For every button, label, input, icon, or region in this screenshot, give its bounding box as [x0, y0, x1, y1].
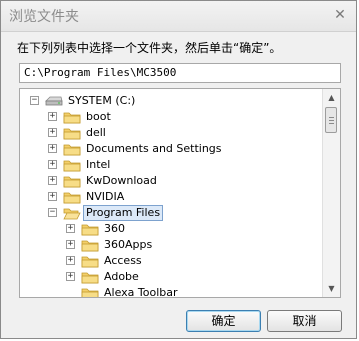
tree-node-nvidia[interactable]: + NVIDIA: [48, 189, 298, 205]
tree-label: KwDownload: [86, 174, 157, 187]
tree-label: 360: [104, 222, 125, 235]
tree-node-360apps[interactable]: + 360Apps: [66, 237, 296, 253]
expand-icon[interactable]: +: [66, 224, 75, 233]
tree-label: boot: [86, 110, 111, 123]
tree-node-dell[interactable]: + dell: [48, 125, 298, 141]
expand-icon[interactable]: +: [48, 144, 57, 153]
scroll-up-icon[interactable]: ▲: [323, 89, 340, 106]
folder-icon: [63, 112, 81, 124]
folder-icon: [63, 160, 81, 172]
close-icon[interactable]: ✕: [332, 7, 348, 23]
ok-button[interactable]: 确定: [186, 310, 261, 332]
expand-icon[interactable]: +: [48, 112, 57, 121]
tree-node-boot[interactable]: + boot: [48, 109, 298, 125]
folder-icon: [81, 224, 99, 236]
tree-node-root[interactable]: − SYSTEM (C:): [30, 93, 230, 109]
tree-label-root: SYSTEM (C:): [68, 94, 136, 107]
tree-node-documents[interactable]: + Documents and Settings: [48, 141, 308, 157]
tree-label: Access: [104, 254, 142, 267]
tree-node-program-files[interactable]: − Program Files: [48, 205, 298, 221]
instruction-text: 在下列列表中选择一个文件夹，然后单击“确定”。: [17, 41, 282, 55]
expand-icon[interactable]: +: [48, 176, 57, 185]
folder-icon: [81, 272, 99, 284]
folder-icon: [63, 128, 81, 140]
collapse-icon[interactable]: −: [48, 208, 57, 217]
path-field[interactable]: C:\Program Files\MC3500: [19, 63, 341, 83]
tree-label: Adobe: [104, 270, 139, 283]
grip-line: [329, 123, 334, 124]
vertical-scrollbar[interactable]: ▲ ▼: [322, 89, 340, 297]
open-folder-icon: [63, 208, 81, 220]
tree-node-adobe[interactable]: + Adobe: [66, 269, 296, 285]
folder-icon: [81, 240, 99, 252]
grip-line: [329, 117, 334, 118]
browse-folder-dialog: 浏览文件夹 ✕ 在下列列表中选择一个文件夹，然后单击“确定”。 C:\Progr…: [0, 0, 357, 339]
expand-icon[interactable]: +: [48, 192, 57, 201]
expand-icon[interactable]: +: [48, 128, 57, 137]
title-bar: 浏览文件夹 ✕: [1, 1, 356, 32]
cancel-button[interactable]: 取消: [267, 310, 342, 332]
tree-label: NVIDIA: [86, 190, 125, 203]
folder-icon: [81, 256, 99, 268]
grip-line: [329, 120, 334, 121]
folder-icon: [63, 192, 81, 204]
scrollbar-thumb[interactable]: [325, 107, 337, 133]
tree-node-intel[interactable]: + Intel: [48, 157, 298, 173]
tree-node-access[interactable]: + Access: [66, 253, 296, 269]
drive-icon: [45, 96, 63, 106]
expand-icon[interactable]: +: [66, 240, 75, 249]
expand-icon[interactable]: +: [48, 160, 57, 169]
collapse-icon[interactable]: −: [30, 96, 39, 105]
tree-label: Intel: [86, 158, 111, 171]
tree-label: dell: [86, 126, 106, 139]
tree-label: 360Apps: [104, 238, 153, 251]
tree-node-alexa-toolbar[interactable]: Alexa Toolbar: [66, 285, 296, 298]
tree-node-360[interactable]: + 360: [66, 221, 296, 237]
scroll-down-icon[interactable]: ▼: [323, 280, 340, 297]
folder-icon: [63, 176, 81, 188]
expand-icon[interactable]: +: [66, 256, 75, 265]
dialog-title: 浏览文件夹: [9, 9, 79, 25]
folder-tree[interactable]: − SYSTEM (C:) + boot + dell + Documents …: [19, 88, 341, 298]
tree-node-kwdownload[interactable]: + KwDownload: [48, 173, 298, 189]
folder-icon: [81, 288, 99, 297]
tree-label: Alexa Toolbar: [104, 286, 178, 298]
folder-icon: [63, 144, 81, 156]
expand-icon[interactable]: +: [66, 272, 75, 281]
tree-label: Documents and Settings: [86, 142, 222, 155]
tree-label-selected: Program Files: [83, 205, 164, 221]
